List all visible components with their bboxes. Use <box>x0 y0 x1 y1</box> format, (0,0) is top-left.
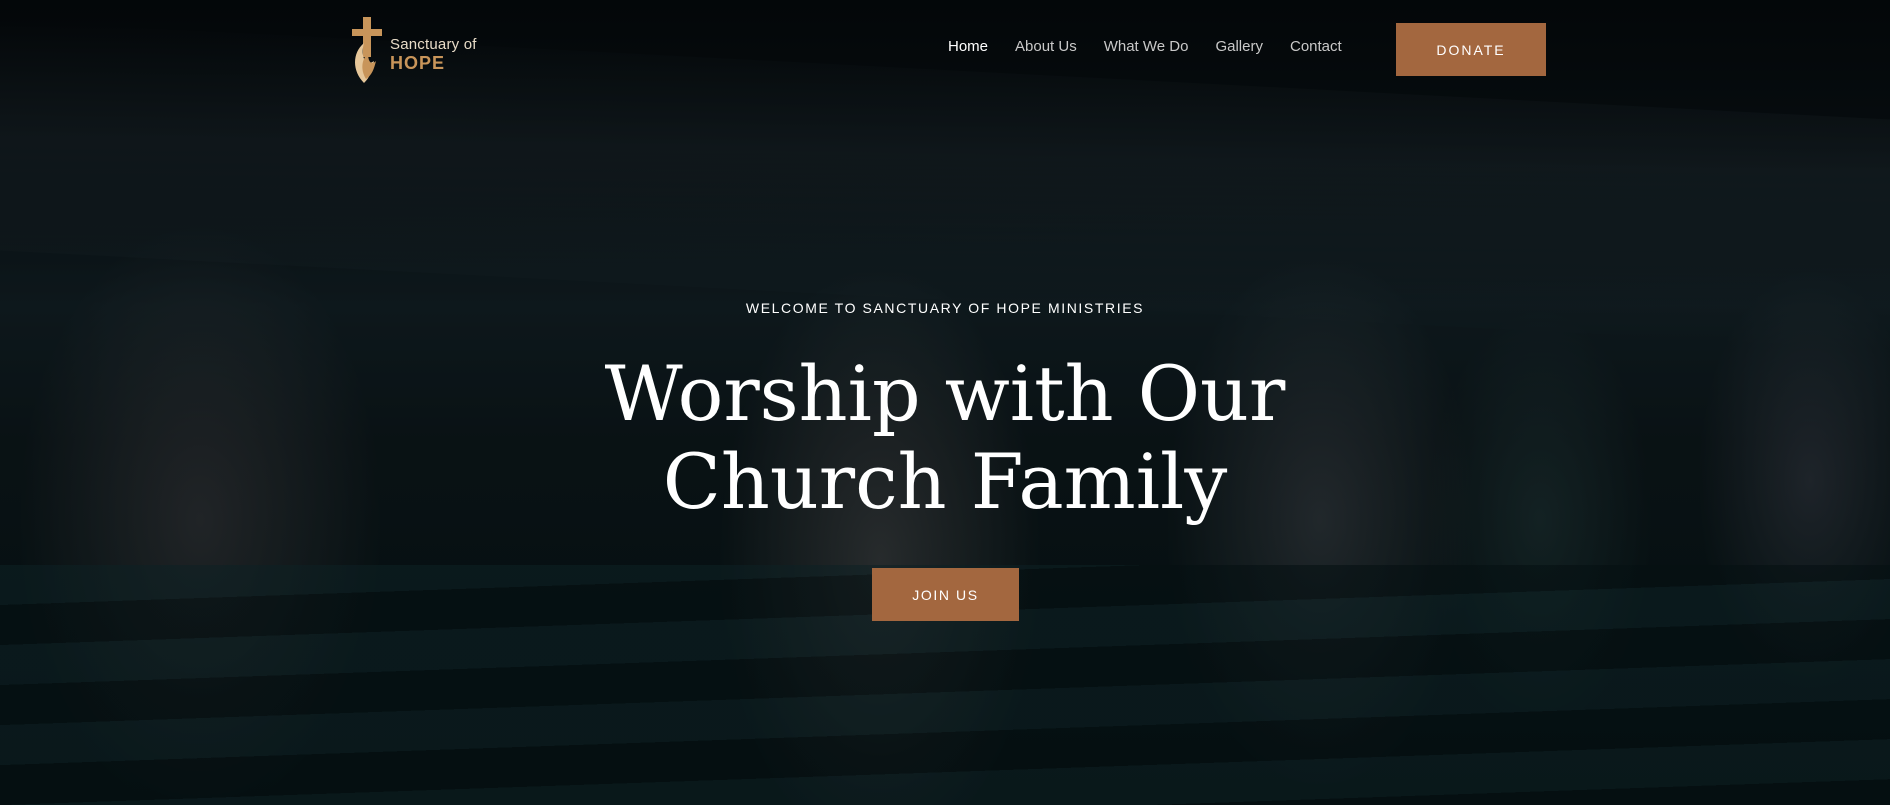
donate-button[interactable]: DONATE <box>1396 23 1546 76</box>
join-us-button[interactable]: JOIN US <box>872 568 1019 621</box>
nav-item-gallery[interactable]: Gallery <box>1215 38 1263 55</box>
logo-name-line1: Sanctuary of <box>390 35 477 53</box>
cross-flame-icon <box>350 17 384 83</box>
hero-eyebrow: WELCOME TO SANCTUARY OF HOPE MINISTRIES <box>745 300 1145 316</box>
logo-text: Sanctuary of HOPE <box>390 37 477 72</box>
hero-headline: Worship with Our Church Family <box>0 350 1890 526</box>
hero-headline-line2: Church Family <box>662 437 1228 526</box>
page: Sanctuary of HOPE Home About Us What We … <box>0 0 1890 805</box>
nav-item-about-us[interactable]: About Us <box>1015 38 1077 55</box>
nav-item-home[interactable]: Home <box>948 38 988 55</box>
logo-name-line2: HOPE <box>390 52 446 73</box>
hero-headline-line1: Worship with Our <box>604 349 1286 438</box>
nav-item-what-we-do[interactable]: What We Do <box>1104 38 1189 55</box>
main-nav: Home About Us What We Do Gallery Contact <box>948 38 1342 55</box>
site-logo[interactable]: Sanctuary of HOPE <box>350 16 480 84</box>
site-header: Sanctuary of HOPE Home About Us What We … <box>0 0 1890 100</box>
nav-item-contact[interactable]: Contact <box>1290 38 1342 55</box>
